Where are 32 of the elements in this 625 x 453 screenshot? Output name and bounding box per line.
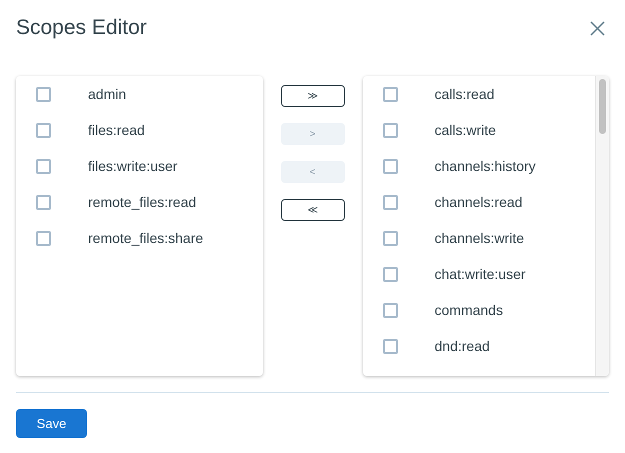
close-icon[interactable] [590, 20, 605, 36]
scope-label: remote_files:share [88, 228, 204, 248]
checkbox[interactable] [36, 122, 51, 138]
scope-label: calls:write [434, 120, 496, 140]
scope-label: remote_files:read [88, 192, 196, 212]
checkbox[interactable] [36, 158, 51, 174]
scope-label: files:read [88, 120, 145, 140]
scope-label: channels:write [434, 228, 524, 248]
checkbox[interactable] [382, 266, 398, 282]
checkbox[interactable] [36, 194, 51, 210]
scope-label: calls:read [434, 84, 494, 104]
transfer-button[interactable]: ≪ [280, 199, 344, 221]
window-title: Scopes Editor [16, 15, 147, 42]
scope-label: files:write:user [88, 156, 178, 176]
scope-label: channels:read [434, 192, 522, 212]
scope-label: dnd:read [434, 336, 490, 356]
checkbox[interactable] [382, 86, 398, 102]
scope-label: chat:write:user [434, 264, 526, 284]
scope-label: channels:history [434, 156, 536, 176]
checkbox[interactable] [382, 302, 398, 318]
checkbox[interactable] [36, 230, 51, 246]
checkbox[interactable] [382, 194, 398, 210]
scrollbar[interactable] [595, 76, 609, 376]
checkbox[interactable] [382, 230, 398, 246]
checkbox[interactable] [382, 338, 398, 354]
scope-label: admin [88, 84, 126, 104]
checkbox[interactable] [36, 86, 51, 102]
transfer-button[interactable]: ≫ [280, 85, 344, 107]
scope-label: commands [434, 300, 503, 320]
save-button[interactable]: Save [16, 409, 87, 438]
checkbox[interactable] [382, 158, 398, 174]
checkbox[interactable] [382, 122, 398, 138]
